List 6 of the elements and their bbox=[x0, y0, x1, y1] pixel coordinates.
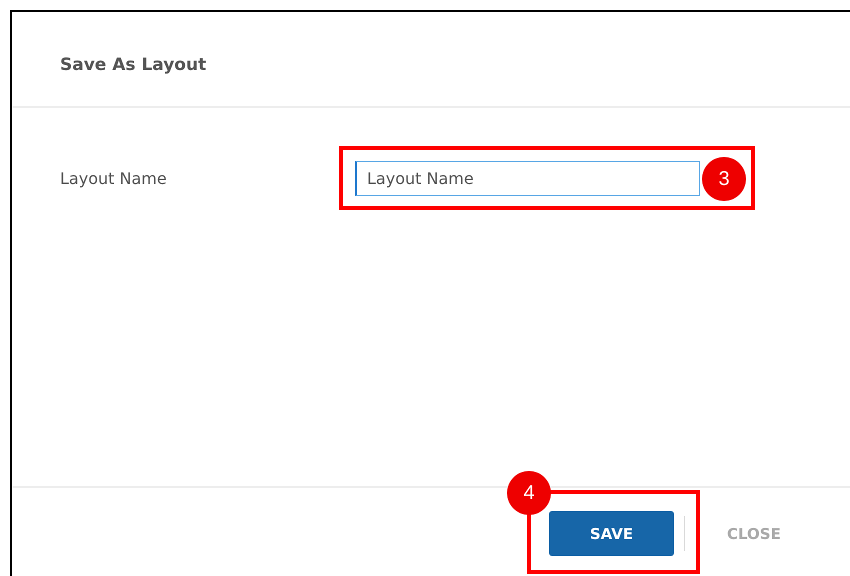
step-badge: 3 bbox=[702, 157, 746, 201]
layout-name-field[interactable]: Layout Name bbox=[355, 161, 700, 196]
step-badge: 4 bbox=[507, 471, 551, 515]
dialog-title: Save As Layout bbox=[60, 55, 206, 75]
save-button[interactable]: SAVE bbox=[549, 511, 674, 556]
field-label: Layout Name bbox=[59, 169, 168, 188]
